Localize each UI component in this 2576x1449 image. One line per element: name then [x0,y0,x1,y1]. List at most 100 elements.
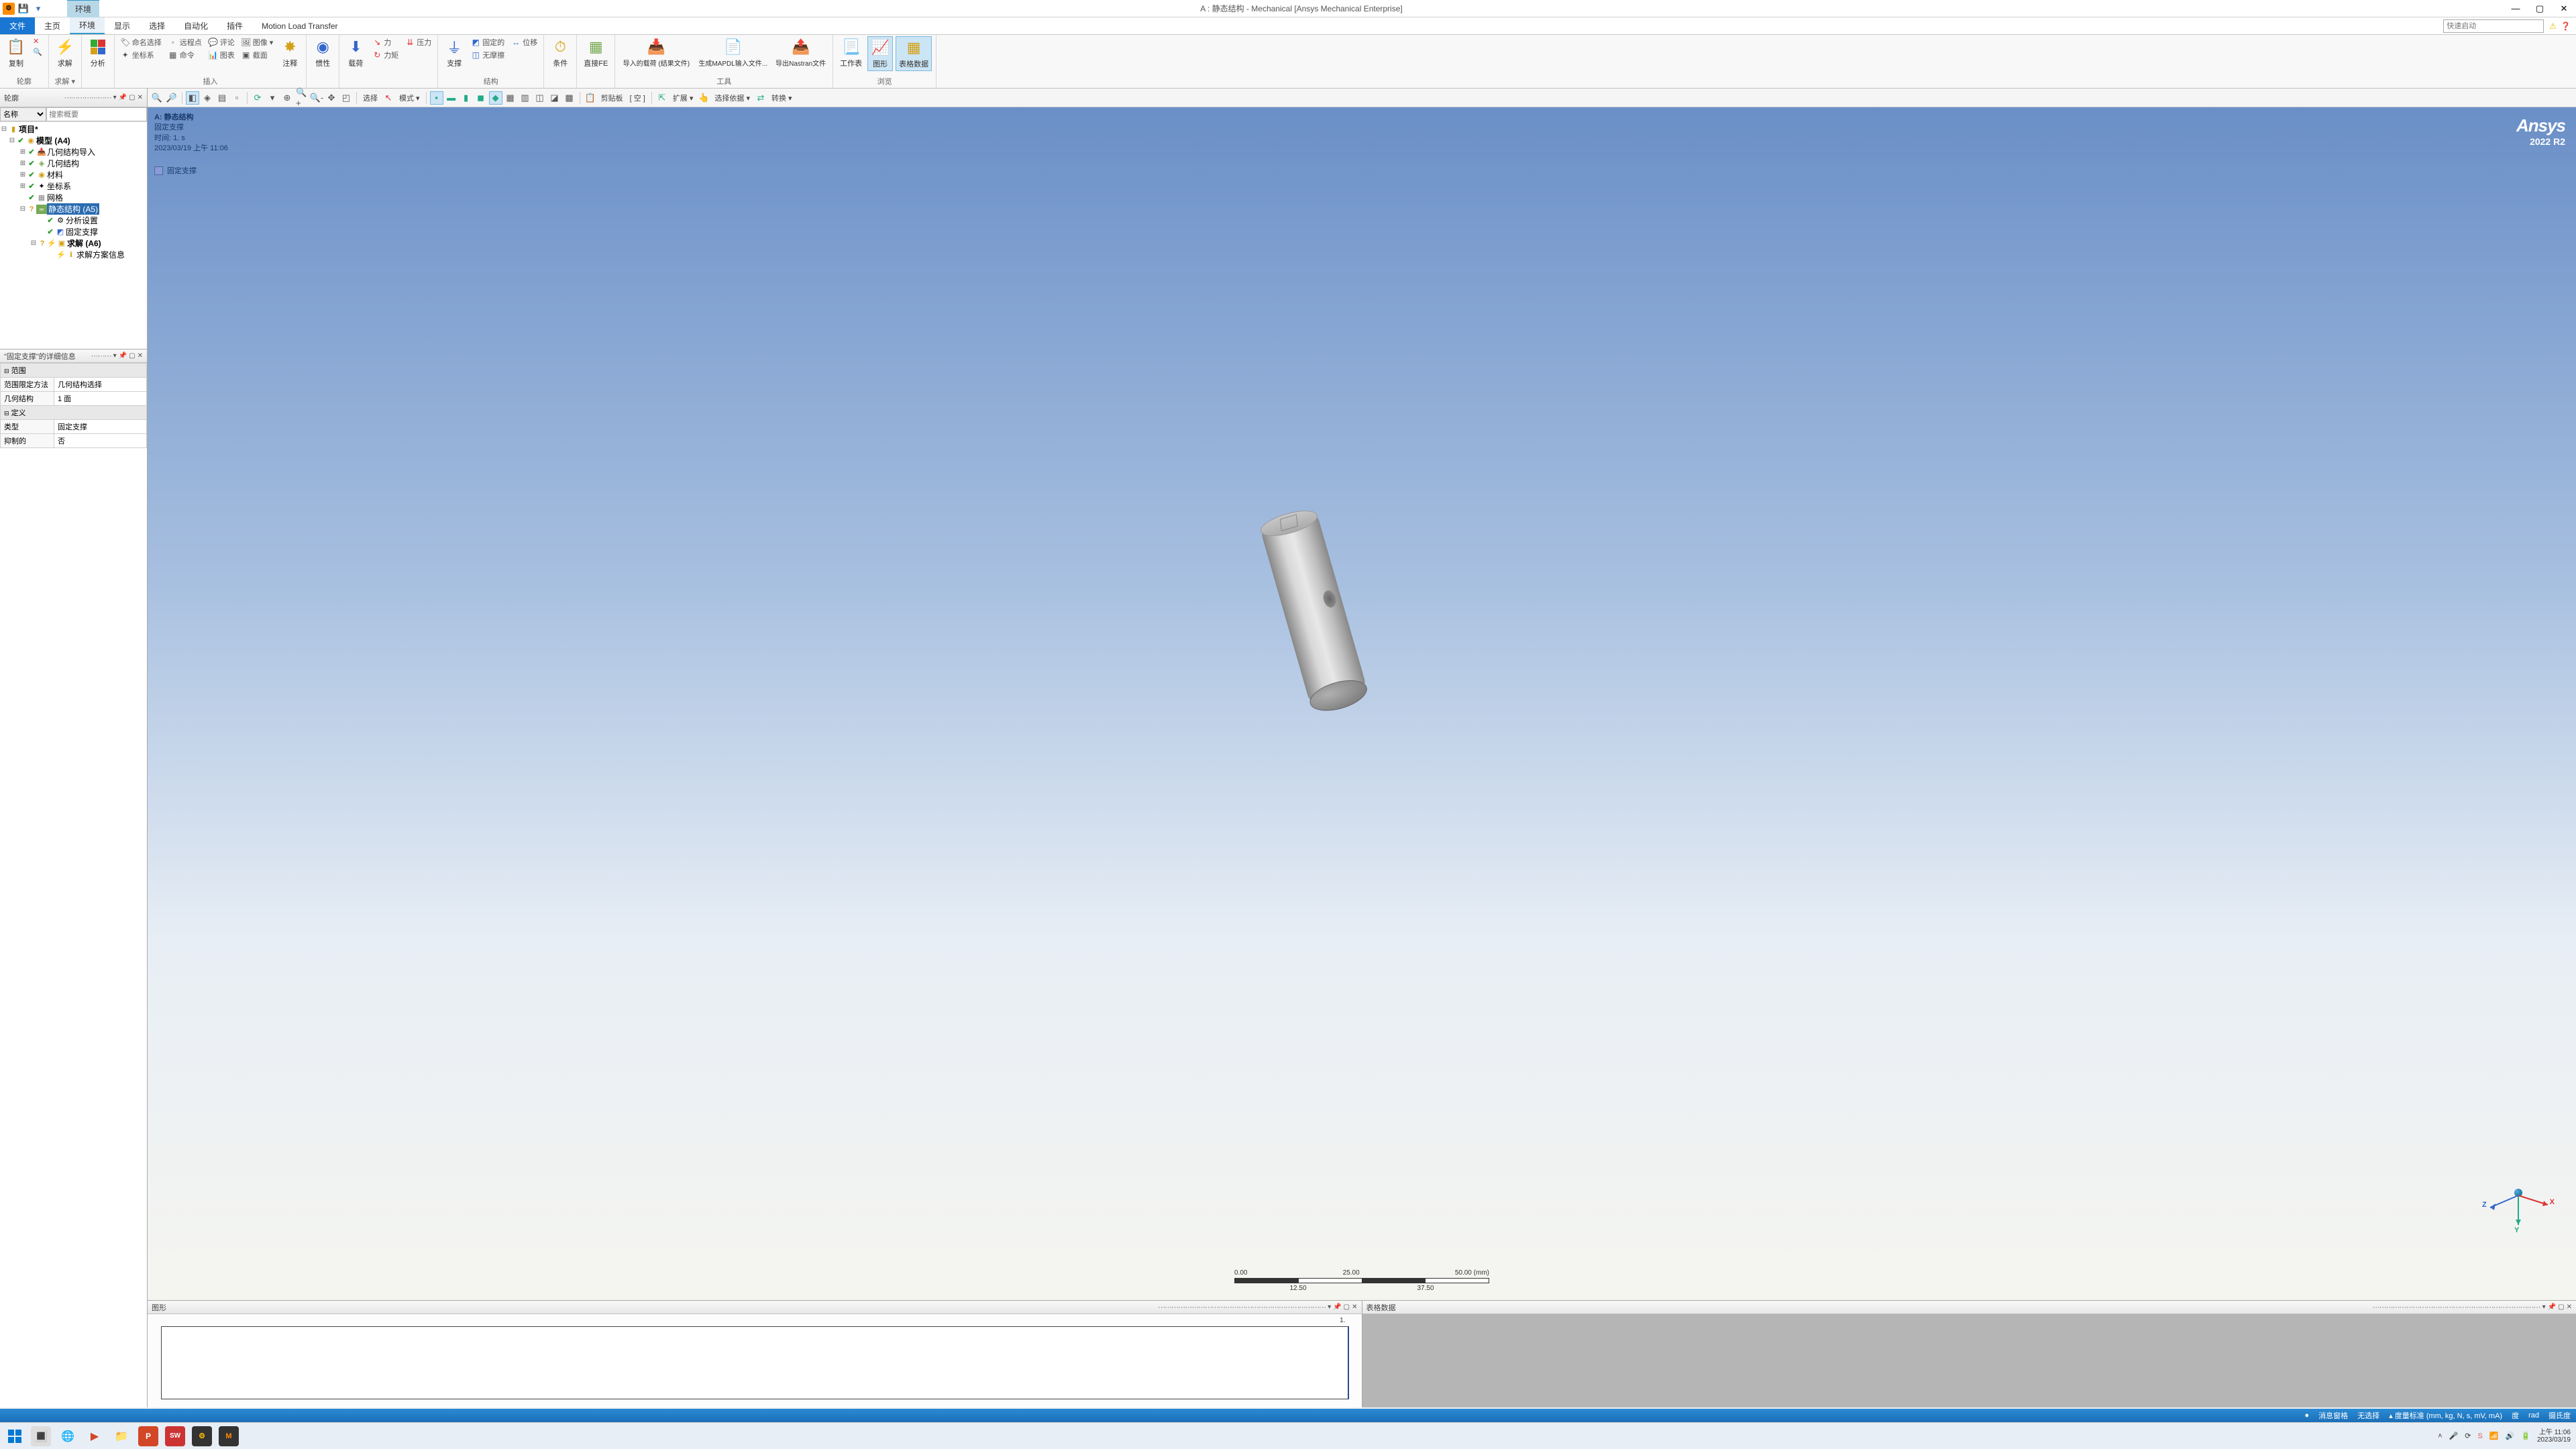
outline-tree[interactable]: ⊟▮项目* ⊟✔◉模型 (A4) ⊞✔📥几何结构导入 ⊞✔◈几何结构 ⊞✔◉材料… [0,122,147,349]
tabular-button[interactable]: ▦ 表格数据 [896,36,932,71]
box-select-icon[interactable]: ◧ [186,91,199,105]
maximize-icon[interactable]: ▢ [129,94,135,101]
select-by-label[interactable]: 选择依据 ▾ [712,93,753,103]
worksheet-button[interactable]: 📃 工作表 [837,36,865,70]
task-folder[interactable]: 📁 [111,1426,131,1446]
tab-selection[interactable]: 选择 [140,17,174,34]
status-units[interactable]: ▴ 度量标准 (mm, kg, N, s, mV, mA) [2389,1410,2502,1421]
convert-label[interactable]: 转换 ▾ [769,93,795,103]
close-icon[interactable]: ✕ [2567,1303,2572,1311]
iso-icon[interactable]: ◈ [201,91,214,105]
dropdown-icon[interactable]: ▾ [1328,1303,1331,1311]
elem-filter-icon[interactable]: ▦ [504,91,517,105]
edge-icon[interactable]: ▫ [230,91,244,105]
maximize-icon[interactable]: ▢ [2558,1303,2564,1311]
outline-search-input[interactable] [46,107,147,121]
loads-button[interactable]: ⬇ 载荷 [343,36,368,70]
maximize-icon[interactable]: ▢ [1344,1303,1350,1311]
mapdl-button[interactable]: 📄 生成MAPDL输入文件... [696,36,770,69]
task-ppt[interactable]: ▶ [85,1426,105,1446]
tab-motion[interactable]: Motion Load Transfer [252,17,347,34]
details-table[interactable]: ⊟ 范围 范围限定方法几何结构选择 几何结构1 面 ⊟ 定义 类型固定支撑 抑制… [0,363,147,448]
tray-up-icon[interactable]: ˄ [2438,1432,2442,1440]
close-icon[interactable]: ✕ [138,352,143,360]
maximize-icon[interactable]: ▢ [129,352,135,360]
misc2-icon[interactable]: ◪ [548,91,561,105]
status-degree[interactable]: 度 [2512,1410,2519,1421]
chart-button[interactable]: 📊图表 [207,49,237,61]
coord-sys-button[interactable]: ✦坐标系 [119,49,164,61]
pin-icon[interactable]: 📌 [2548,1303,2556,1311]
graphics-viewport[interactable]: A: 静态结构 固定支撑 时间: 1. s 2023/03/19 上午 11:0… [148,107,2576,1300]
clipboard-icon[interactable]: 📋 [584,91,597,105]
task-solidworks[interactable]: SW [165,1426,185,1446]
tray-clock[interactable]: 上午 11:06 2023/03/19 [2537,1429,2571,1444]
displacement-button[interactable]: ↔位移 [509,36,539,48]
section-button[interactable]: ▣截面 [239,49,276,61]
moment-button[interactable]: ↻力矩 [370,49,400,61]
misc1-icon[interactable]: ◫ [533,91,547,105]
node-filter-icon[interactable]: ◆ [489,91,502,105]
minimize-button[interactable]: — [2504,1,2528,17]
pan-icon[interactable]: ✥ [325,91,338,105]
solve-button[interactable]: ⚡ 求解 [53,36,77,70]
task-edge[interactable]: 🌐 [58,1426,78,1446]
graph-area[interactable]: 1. [148,1314,1362,1407]
fit-icon[interactable]: ⊕ [280,91,294,105]
named-selection-button[interactable]: 🏷命名选择 [119,36,164,48]
rotate-icon[interactable]: ⟳ [251,91,264,105]
tab-automation[interactable]: 自动化 [174,17,217,34]
tray-battery-icon[interactable]: 🔋 [2521,1432,2530,1440]
inertia-button[interactable]: ◉ 惯性 [311,36,335,70]
image-button[interactable]: 🖼图像 ▾ [239,36,276,48]
close-button[interactable]: ✕ [2552,1,2576,17]
rotate-dropdown[interactable]: ▾ [266,91,279,105]
fixed-button[interactable]: ◩固定的 [469,36,506,48]
task-ansys-wb[interactable]: ⚙ [192,1426,212,1446]
comment-button[interactable]: 💬评论 [207,36,237,48]
task-explorer[interactable]: 🔳 [31,1426,51,1446]
table-area[interactable] [1362,1314,2576,1407]
tab-environment[interactable]: 环境 [70,17,105,34]
remote-point-button[interactable]: ◦远程点 [166,36,204,48]
orientation-triad[interactable]: X Y Z [2482,1186,2556,1240]
tab-file[interactable]: 文件 [0,17,35,34]
task-powerpoint[interactable]: P [138,1426,158,1446]
frictionless-button[interactable]: ◫无摩擦 [469,49,506,61]
search-icon[interactable]: 🔍 [150,91,164,105]
conditions-button[interactable]: ⏱ 条件 [548,36,572,70]
model-cylinder[interactable] [1258,506,1368,710]
system-tray[interactable]: ˄ 🎤 ⟳ S 📶 🔊 🔋 上午 11:06 2023/03/19 [2438,1429,2571,1444]
zoom-box-icon[interactable]: ◰ [339,91,353,105]
qat-save-icon[interactable]: 💾 [17,3,30,15]
force-button[interactable]: ↘力 [370,36,400,48]
tab-home[interactable]: 主页 [35,17,70,34]
direct-fe-button[interactable]: ▦ 直接FE [581,36,610,70]
task-ansys-mech[interactable]: M [219,1426,239,1446]
dropdown-icon[interactable]: ▾ [2542,1303,2546,1311]
status-messages[interactable]: 消息窗格 [2318,1410,2348,1421]
start-button[interactable] [5,1427,24,1446]
command-button[interactable]: ▦命令 [166,49,204,61]
name-filter-select[interactable]: 名称 [0,107,46,121]
elem-face-icon[interactable]: ▥ [519,91,532,105]
status-rad[interactable]: rad [2528,1411,2539,1419]
status-temp[interactable]: 摄氏度 [2548,1410,2571,1421]
tray-sync-icon[interactable]: ⟳ [2465,1432,2471,1440]
wireframe-icon[interactable]: ▤ [215,91,229,105]
pin-icon[interactable]: 📌 [119,352,127,360]
context-tab[interactable]: 环境 [67,0,99,17]
nastran-button[interactable]: 📤 导出Nastran文件 [773,36,828,69]
analyze-button[interactable]: 分析 [86,36,110,70]
misc3-icon[interactable]: ▩ [563,91,576,105]
notify-icon[interactable]: ⚠ [2549,21,2557,31]
convert-icon[interactable]: ⇄ [754,91,767,105]
delete-button[interactable]: ✕ [31,36,44,46]
annotation-button[interactable]: ✸ 注释 [278,36,302,70]
tab-display[interactable]: 显示 [105,17,140,34]
maximize-button[interactable]: ▢ [2528,1,2552,17]
dropdown-icon[interactable]: ▾ [113,94,117,101]
support-button[interactable]: ⏚ 支撑 [442,36,466,70]
zoom-out-icon[interactable]: 🔍- [310,91,323,105]
graph-button[interactable]: 📈 图形 [867,36,893,71]
